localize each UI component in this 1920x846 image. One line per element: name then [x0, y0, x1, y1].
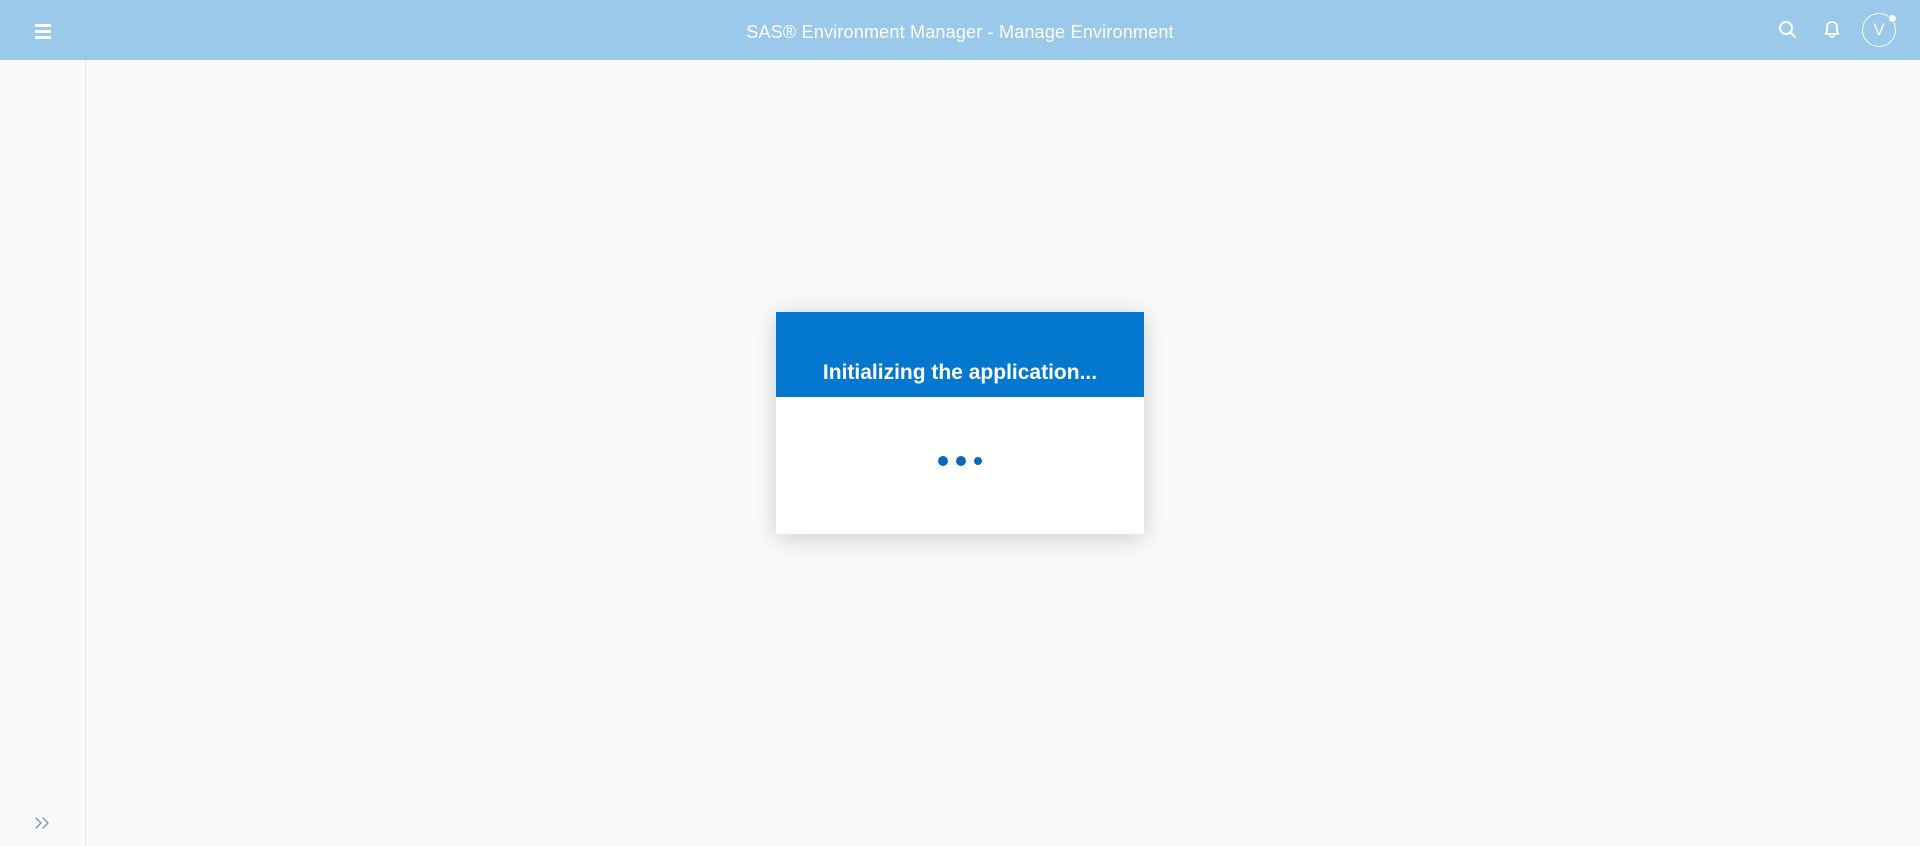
loading-indicator — [776, 456, 1144, 466]
side-panel — [0, 60, 86, 846]
double-chevron-right-icon — [35, 817, 49, 829]
status-indicator — [1888, 14, 1897, 23]
loading-dot — [974, 457, 982, 465]
loading-message: Initializing the application... — [776, 312, 1144, 397]
search-icon — [1779, 21, 1797, 39]
app-window: SAS® Environment Manager - Manage Enviro… — [0, 0, 1920, 846]
app-header: SAS® Environment Manager - Manage Enviro… — [0, 0, 1920, 60]
loading-dot — [956, 456, 966, 466]
user-initial: V — [1873, 20, 1885, 39]
expand-sidebar-button[interactable] — [32, 814, 54, 832]
app-title: SAS® Environment Manager - Manage Enviro… — [746, 22, 1174, 42]
main-menu-button[interactable] — [28, 20, 56, 42]
bell-icon — [1824, 21, 1840, 39]
loading-dialog: Initializing the application... — [776, 312, 1144, 534]
notifications-button[interactable] — [1818, 16, 1846, 44]
search-button[interactable] — [1773, 16, 1801, 44]
menu-icon — [35, 24, 51, 39]
user-avatar[interactable]: V — [1862, 13, 1897, 47]
loading-dot — [938, 456, 948, 466]
